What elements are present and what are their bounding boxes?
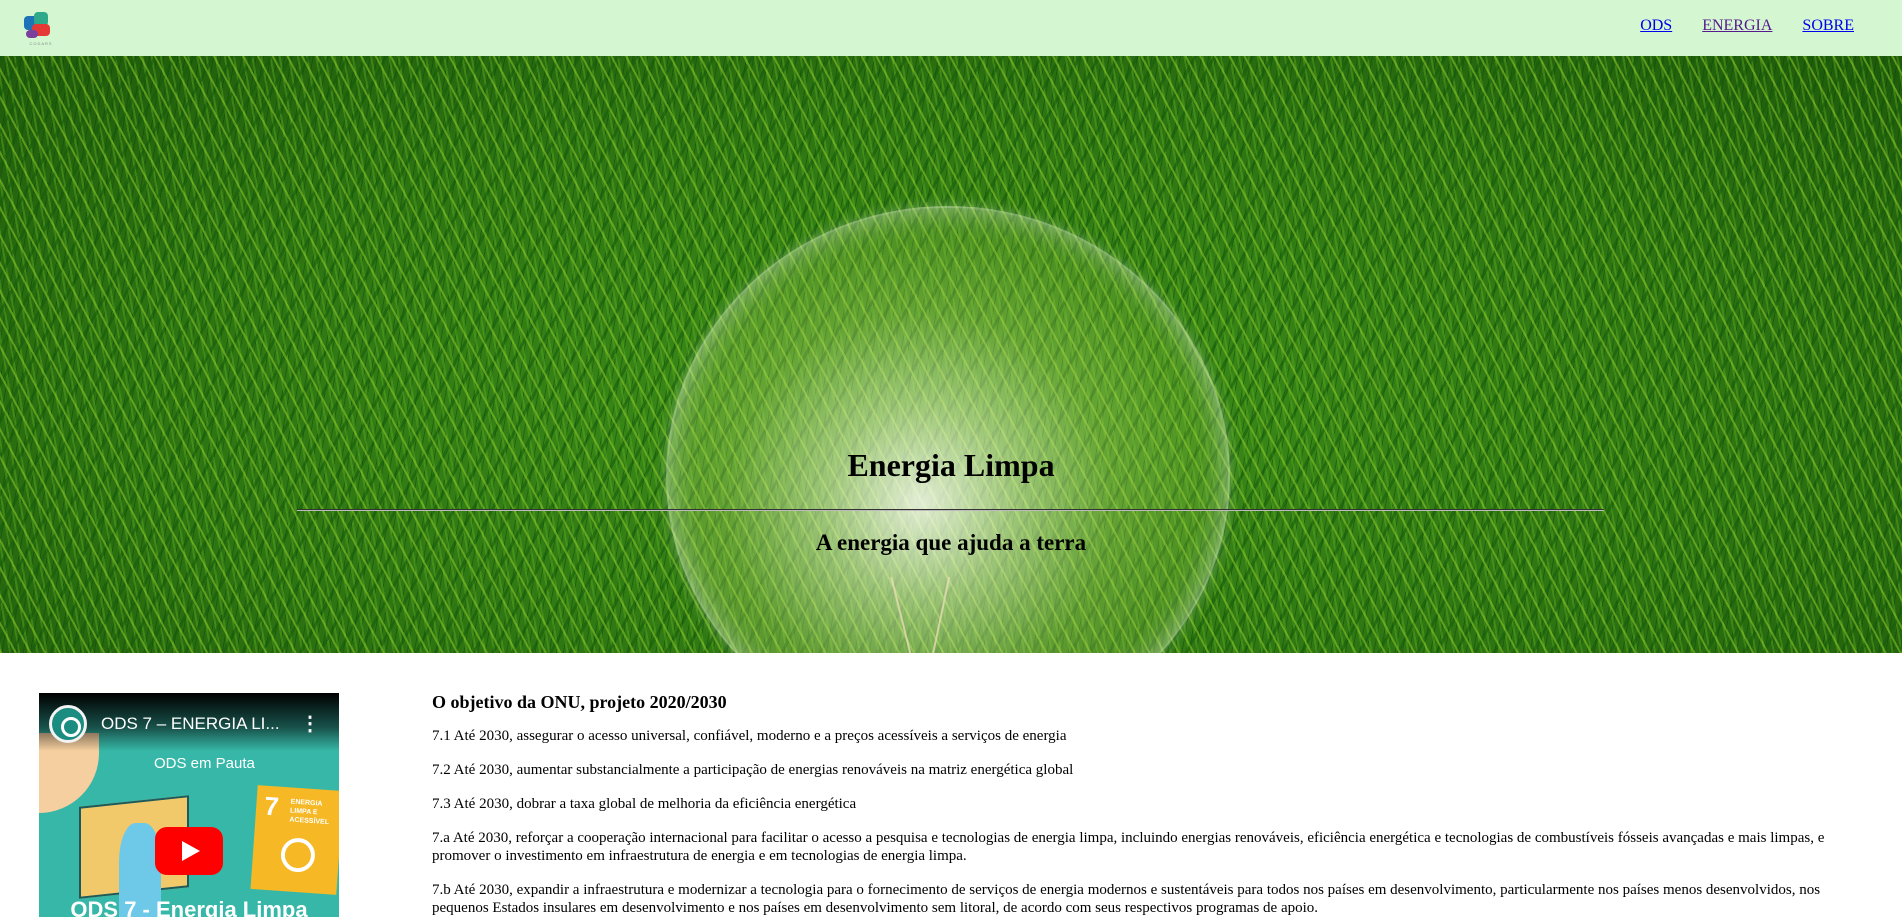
- goal-item-7-1: 7.1 Até 2030, assegurar o acesso univers…: [432, 728, 1067, 744]
- goal-item-7-3: 7.3 Até 2030, dobrar a taxa global de me…: [432, 796, 857, 812]
- thumbnail-badge-text: ODS em Pauta: [154, 755, 255, 772]
- nav-link-ods[interactable]: ODS: [1640, 17, 1672, 35]
- ods7-card-caption: ENERGIA LIMPA E ACESSÍVEL: [289, 798, 330, 827]
- ods7-card-number: 7: [263, 790, 280, 822]
- site-logo[interactable]: CODARS: [24, 12, 58, 48]
- hero-banner: [0, 56, 1902, 653]
- goal-item-7-2: 7.2 Até 2030, aumentar substancialmente …: [432, 762, 1074, 778]
- thumbnail-title: ODS 7 - Energia Limpa: [70, 897, 308, 917]
- hero-subtitle: A energia que ajuda a terra: [815, 530, 1087, 555]
- article-heading: O objetivo da ONU, projeto 2020/2030: [432, 692, 727, 712]
- video-title[interactable]: ODS 7 – ENERGIA LI...: [101, 714, 291, 734]
- channel-avatar-icon[interactable]: [49, 705, 87, 743]
- nav-links: ODS ENERGIA SOBRE: [1640, 17, 1854, 35]
- hero-divider: [297, 509, 1604, 511]
- power-icon: [279, 836, 317, 874]
- more-options-icon[interactable]: ⋮: [298, 711, 322, 737]
- logo-caption: CODARS: [29, 41, 53, 46]
- hero-title: Energia Limpa: [847, 447, 1055, 483]
- top-navbar: CODARS ODS ENERGIA SOBRE: [0, 0, 1902, 56]
- youtube-video-embed[interactable]: ODS em Pauta 7 ENERGIA LIMPA E ACESSÍVEL…: [39, 693, 339, 917]
- youtube-play-button[interactable]: [155, 827, 223, 875]
- goal-item-7-a: 7.a Até 2030, reforçar a cooperação inte…: [432, 830, 1825, 864]
- goals-article: O objetivo da ONU, projeto 2020/2030 7.1…: [432, 692, 1862, 917]
- ods7-card: 7 ENERGIA LIMPA E ACESSÍVEL: [250, 785, 339, 895]
- nav-link-energia[interactable]: ENERGIA: [1702, 17, 1772, 35]
- nav-link-sobre[interactable]: SOBRE: [1802, 17, 1854, 35]
- goal-item-7-b: 7.b Até 2030, expandir a infraestrutura …: [432, 882, 1821, 916]
- logo-purple-shape: [26, 30, 38, 38]
